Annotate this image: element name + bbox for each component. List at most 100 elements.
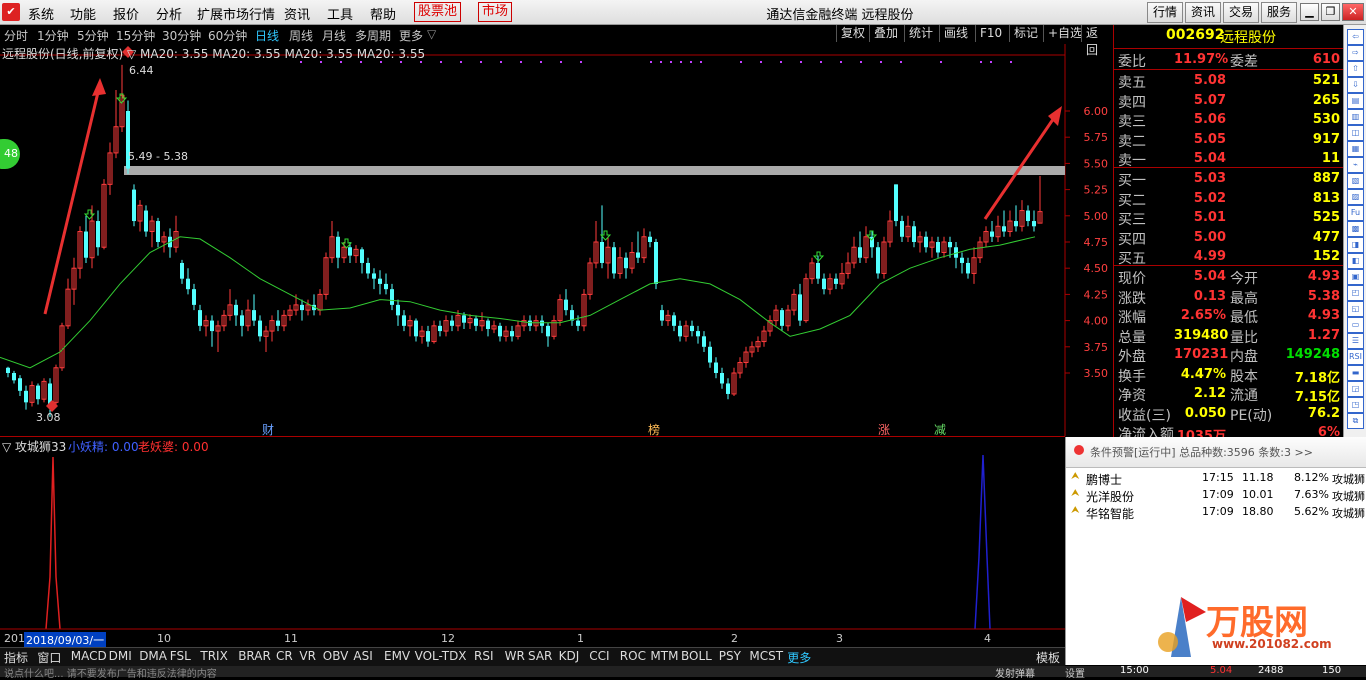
- indicator-tab-14[interactable]: RSI: [474, 649, 494, 663]
- service-top-button[interactable]: 服务: [1261, 2, 1298, 23]
- period-1min[interactable]: 1分钟: [37, 27, 69, 44]
- buys-price-1[interactable]: 5.02: [1174, 191, 1226, 206]
- quote-top-button[interactable]: 行情: [1147, 2, 1184, 23]
- trade-top-button[interactable]: 交易: [1223, 2, 1260, 23]
- indicator-tab-8[interactable]: CR: [276, 649, 293, 663]
- indicator-tab-16[interactable]: SAR: [528, 649, 552, 663]
- adjust-button[interactable]: 复权: [836, 25, 869, 42]
- indicator-tab-20[interactable]: MTM: [650, 649, 678, 663]
- stats-button[interactable]: 统计: [904, 25, 937, 42]
- period-30min[interactable]: 30分钟: [162, 27, 201, 44]
- side-tool-icon[interactable]: ▥: [1347, 109, 1364, 125]
- market-button[interactable]: 市场: [478, 2, 513, 22]
- period-15min[interactable]: 15分钟: [116, 27, 155, 44]
- alert-stock-name[interactable]: 华铭智能: [1086, 505, 1134, 522]
- buys-price-2[interactable]: 5.01: [1174, 210, 1226, 225]
- period-more[interactable]: 更多: [399, 27, 423, 44]
- indicator-tab-13[interactable]: VOL-TDX: [415, 649, 467, 663]
- stock-pool-button[interactable]: 股票池: [414, 2, 462, 22]
- side-tool-icon[interactable]: ⇦: [1347, 29, 1364, 45]
- indicator-tab-15[interactable]: WR: [505, 649, 525, 663]
- indicator-tab-21[interactable]: BOLL: [681, 649, 712, 663]
- menu-tools[interactable]: 工具: [327, 4, 353, 23]
- side-tool-icon[interactable]: ☰: [1347, 333, 1364, 349]
- alert-stock-name[interactable]: 鹏博士: [1086, 471, 1122, 488]
- side-tool-icon[interactable]: ▦: [1347, 141, 1364, 157]
- side-tool-icon[interactable]: ⇨: [1347, 45, 1364, 61]
- sells-price-1[interactable]: 5.07: [1174, 93, 1226, 108]
- f10-button[interactable]: F10: [975, 25, 1006, 42]
- info-top-button[interactable]: 资讯: [1185, 2, 1222, 23]
- indicator-tab-18[interactable]: CCI: [589, 649, 609, 663]
- side-tool-icon[interactable]: ▩: [1347, 221, 1364, 237]
- indicator-tab-5[interactable]: FSL: [170, 649, 191, 663]
- menu-info[interactable]: 资讯: [284, 4, 310, 23]
- template-tab[interactable]: 模板: [1036, 649, 1060, 666]
- indicator-tab-0[interactable]: 指标: [4, 649, 28, 666]
- indicator-panel[interactable]: ▽ 攻城狮33 小妖精: 0.00 老妖婆: 0.00: [0, 436, 1065, 633]
- buys-price-4[interactable]: 4.99: [1174, 249, 1226, 264]
- restore-icon[interactable]: ❐: [1321, 3, 1340, 21]
- settings-button[interactable]: 设置: [1065, 665, 1085, 680]
- sells-price-0[interactable]: 5.08: [1174, 73, 1226, 88]
- indicator-tab-11[interactable]: ASI: [353, 649, 372, 663]
- menu-help[interactable]: 帮助: [370, 4, 396, 23]
- minimize-icon[interactable]: ▁: [1300, 3, 1319, 21]
- period-5min[interactable]: 5分钟: [77, 27, 109, 44]
- indicator-tab-4[interactable]: DMA: [139, 649, 167, 663]
- period-60min[interactable]: 60分钟: [208, 27, 247, 44]
- period-more-arrow-icon[interactable]: ▽: [427, 27, 436, 41]
- menu-system[interactable]: 系统: [28, 4, 54, 23]
- period-multi[interactable]: 多周期: [355, 27, 391, 44]
- sells-price-2[interactable]: 5.06: [1174, 112, 1226, 127]
- side-tool-icon[interactable]: ▧: [1347, 173, 1364, 189]
- menu-analysis[interactable]: 分析: [156, 4, 182, 23]
- draw-button[interactable]: 画线: [939, 25, 972, 42]
- buys-price-3[interactable]: 5.00: [1174, 230, 1226, 245]
- side-tool-icon[interactable]: ▤: [1347, 93, 1364, 109]
- side-tool-icon[interactable]: ⧉: [1347, 413, 1364, 429]
- period-monthly[interactable]: 月线: [322, 27, 346, 44]
- indicator-tab-12[interactable]: EMV: [384, 649, 410, 663]
- side-tool-icon[interactable]: Fu: [1347, 205, 1364, 221]
- side-tool-icon[interactable]: ⌁: [1347, 157, 1364, 173]
- send-danmaku-button[interactable]: 发射弹幕: [995, 665, 1035, 680]
- overlay-button[interactable]: 叠加: [869, 25, 902, 42]
- side-tool-icon[interactable]: ⇩: [1347, 77, 1364, 93]
- side-tool-icon[interactable]: ▨: [1347, 189, 1364, 205]
- price-chart[interactable]: 6.00 5.75 5.50 5.25 5.00 4.75 4.50 4.25 4.00 3.75…: [0, 44, 1113, 437]
- side-tool-icon[interactable]: ◰: [1347, 285, 1364, 301]
- sells-price-4[interactable]: 5.04: [1174, 151, 1226, 166]
- indicator-tab-2[interactable]: MACD: [71, 649, 107, 663]
- indicator-tab-7[interactable]: BRAR: [238, 649, 271, 663]
- indicator-tab-6[interactable]: TRIX: [200, 649, 227, 663]
- score-badge[interactable]: 48: [0, 139, 20, 169]
- side-tool-icon[interactable]: ◲: [1347, 381, 1364, 397]
- menu-quote[interactable]: 报价: [113, 4, 139, 23]
- indicator-tab-17[interactable]: KDJ: [559, 649, 580, 663]
- side-tool-icon[interactable]: ▭: [1347, 317, 1364, 333]
- period-weekly[interactable]: 周线: [289, 27, 313, 44]
- buys-price-0[interactable]: 5.03: [1174, 171, 1226, 186]
- side-tool-icon[interactable]: ◳: [1347, 397, 1364, 413]
- indicator-tab-1[interactable]: 窗口: [37, 649, 61, 666]
- indicator-tab-10[interactable]: OBV: [323, 649, 349, 663]
- menu-function[interactable]: 功能: [70, 4, 96, 23]
- side-tool-icon[interactable]: ◧: [1347, 253, 1364, 269]
- side-tool-icon[interactable]: ◱: [1347, 301, 1364, 317]
- menu-extended-market[interactable]: 扩展市场行情: [197, 4, 275, 23]
- alert-stock-name[interactable]: 光洋股份: [1086, 488, 1134, 505]
- side-tool-icon[interactable]: ▣: [1347, 269, 1364, 285]
- side-tool-icon[interactable]: ▬: [1347, 365, 1364, 381]
- indicator-tab-9[interactable]: VR: [299, 649, 316, 663]
- side-tool-icon[interactable]: RSI: [1347, 349, 1364, 365]
- alert-title[interactable]: 条件预警[运行中] 总品种数:3596 条数:3 >>: [1090, 444, 1313, 460]
- sells-price-3[interactable]: 5.05: [1174, 132, 1226, 147]
- indicator-tab-24[interactable]: 更多: [787, 649, 811, 666]
- indicator-tab-3[interactable]: DMI: [109, 649, 132, 663]
- period-daily[interactable]: 日线: [255, 27, 279, 44]
- mark-button[interactable]: 标记: [1009, 25, 1042, 42]
- indicator-tab-23[interactable]: MCST: [749, 649, 783, 663]
- side-tool-icon[interactable]: ◫: [1347, 125, 1364, 141]
- danmaku-input[interactable]: 说点什么吧... 请不要发布广告和违反法律的内容: [4, 665, 217, 680]
